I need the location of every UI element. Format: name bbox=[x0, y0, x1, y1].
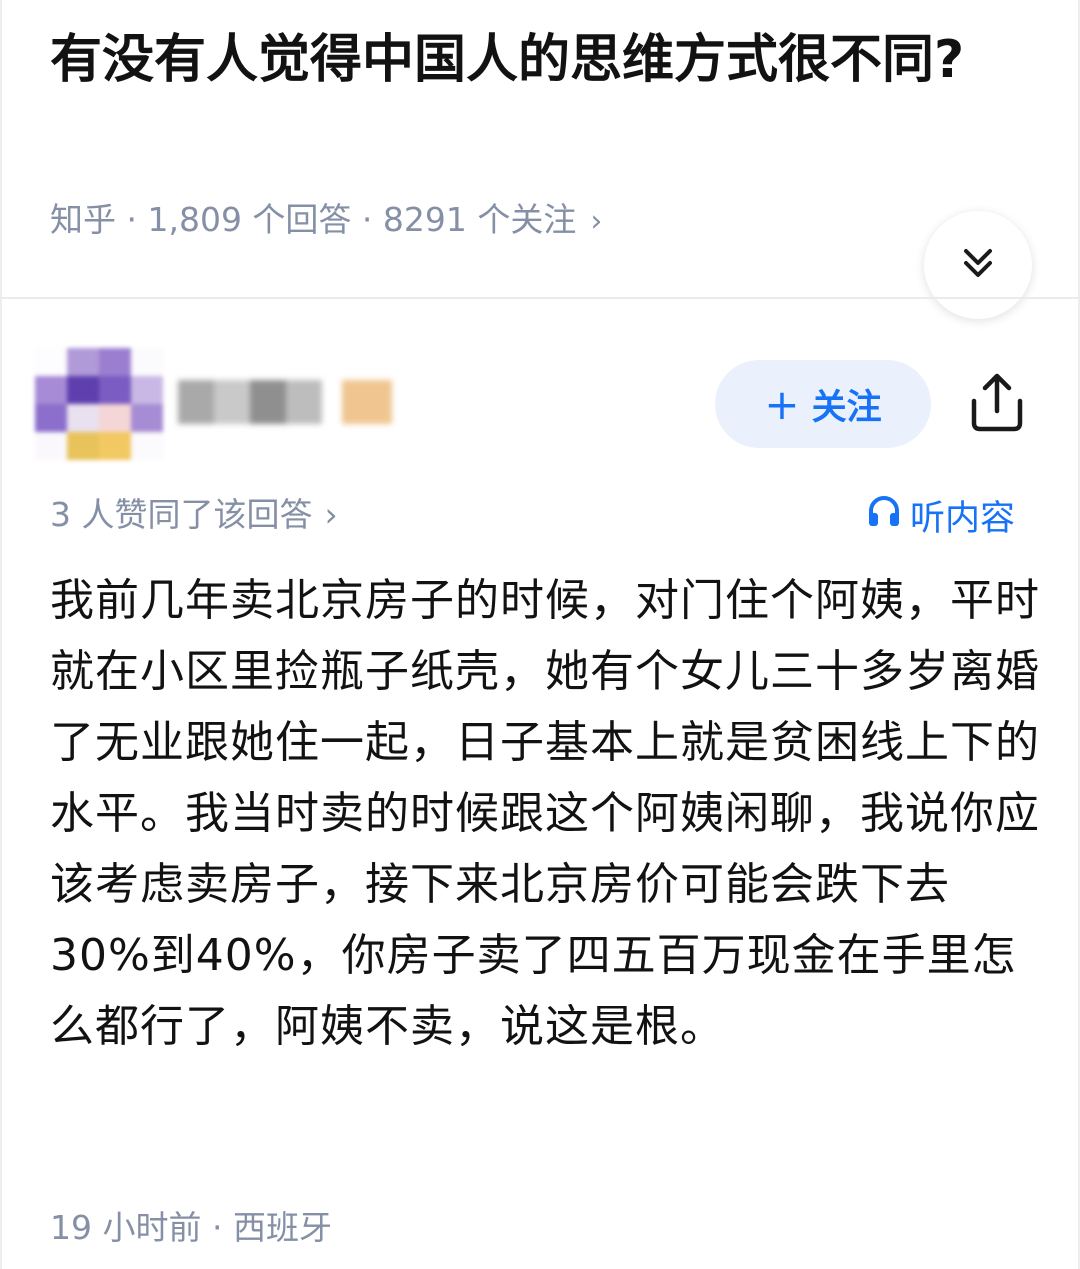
author-name-blurred[interactable] bbox=[178, 380, 398, 424]
plus-icon: + bbox=[764, 379, 800, 429]
answer-footer: 19 小时前 · 西班牙 bbox=[50, 1208, 332, 1247]
double-chevron-down-icon bbox=[958, 243, 998, 287]
listen-label: 听内容 bbox=[910, 498, 1016, 539]
share-button[interactable] bbox=[962, 365, 1032, 445]
question-meta[interactable]: 知乎 · 1,809 个回答 · 8291 个关注 › bbox=[50, 195, 602, 247]
question-meta-text: 知乎 · 1,809 个回答 · 8291 个关注 bbox=[50, 200, 577, 239]
chevron-right-icon: › bbox=[590, 204, 603, 239]
listen-button[interactable]: 听内容 bbox=[866, 490, 1015, 540]
likes-summary[interactable]: 3 人赞同了该回答 › bbox=[50, 490, 338, 540]
section-divider bbox=[0, 297, 1080, 299]
question-title[interactable]: 有没有人觉得中国人的思维方式很不同? bbox=[50, 20, 1010, 100]
share-icon bbox=[968, 371, 1026, 439]
avatar[interactable] bbox=[35, 348, 163, 460]
headphones-icon bbox=[866, 493, 910, 538]
answer-body[interactable]: 我前几年卖北京房子的时候，对门住个阿姨，平时就在小区里捡瓶子纸壳，她有个女儿三十… bbox=[50, 565, 1040, 1062]
collapse-button[interactable] bbox=[924, 211, 1032, 319]
follow-label: 关注 bbox=[811, 387, 882, 428]
likes-text: 3 人赞同了该回答 bbox=[50, 495, 313, 534]
chevron-right-icon: › bbox=[324, 495, 338, 534]
follow-button[interactable]: + 关注 bbox=[715, 360, 931, 448]
